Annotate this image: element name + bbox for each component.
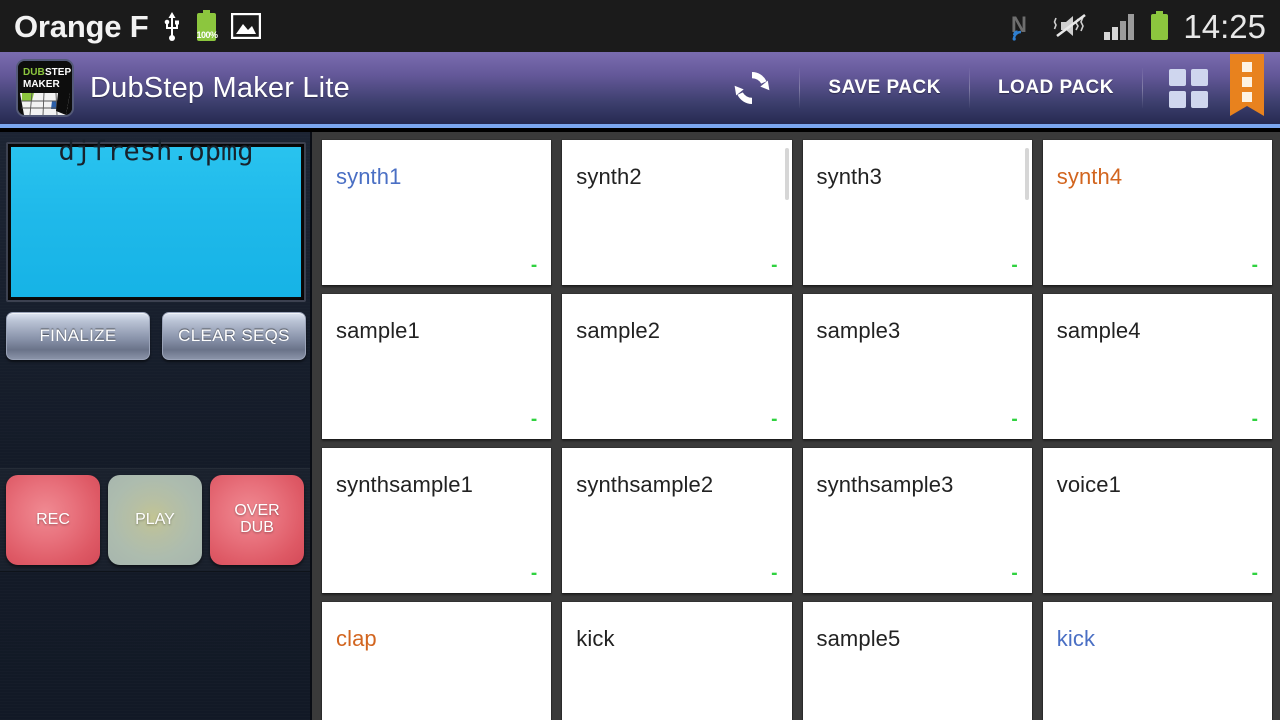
sound-cell[interactable]: synth3 - bbox=[803, 140, 1032, 285]
sound-cell[interactable]: clap- bbox=[322, 602, 551, 720]
sound-cell-label: synth2 bbox=[576, 164, 641, 190]
sound-cell-status-dash: - bbox=[531, 568, 537, 579]
app-bar-actions: SAVE PACK LOAD PACK bbox=[709, 52, 1280, 124]
gallery-image-icon bbox=[231, 13, 261, 39]
overdub-button-label-line2: DUB bbox=[240, 520, 274, 537]
sound-cell-status-dash: - bbox=[771, 414, 777, 425]
sound-cell[interactable]: synthsample1 - bbox=[322, 448, 551, 593]
transport-controls: REC PLAY OVER DUB bbox=[0, 468, 312, 572]
rec-button[interactable]: REC bbox=[6, 475, 100, 565]
status-bar-clock: 14:25 bbox=[1183, 10, 1266, 43]
sound-cell[interactable]: sample2 - bbox=[562, 294, 791, 439]
sound-cell[interactable]: kick- bbox=[1043, 602, 1272, 720]
app-title: DubStep Maker Lite bbox=[90, 72, 350, 105]
sound-cell-label: synthsample2 bbox=[576, 472, 713, 498]
android-status-bar: Orange F 100% bbox=[0, 0, 1280, 52]
sound-cell-label: sample1 bbox=[336, 318, 420, 344]
sound-cell-status-dash: - bbox=[1011, 260, 1017, 271]
play-button[interactable]: PLAY bbox=[108, 475, 202, 565]
sound-cell[interactable]: sample5- bbox=[803, 602, 1032, 720]
sound-cell-label: synthsample3 bbox=[817, 472, 954, 498]
battery-icon bbox=[1149, 11, 1170, 41]
overdub-button-label-line1: OVER bbox=[234, 503, 279, 520]
finalize-button[interactable]: FINALIZE bbox=[6, 312, 150, 360]
sound-cell-label: sample2 bbox=[576, 318, 660, 344]
sound-cell[interactable]: kick- bbox=[562, 602, 791, 720]
sound-cell[interactable]: sample1 - bbox=[322, 294, 551, 439]
sound-cell-label: voice1 bbox=[1057, 472, 1121, 498]
app-logo-icon: DUB STEP MAKER bbox=[16, 59, 74, 117]
sound-cell-status-dash: - bbox=[1011, 414, 1017, 425]
clear-seqs-button[interactable]: CLEAR SEQS bbox=[162, 312, 306, 360]
sound-cell-status-dash: - bbox=[531, 414, 537, 425]
sound-cell-label: sample3 bbox=[817, 318, 901, 344]
sound-cell[interactable]: synth2 - bbox=[562, 140, 791, 285]
sound-cell-status-dash: - bbox=[1252, 568, 1258, 579]
overflow-menu-button[interactable] bbox=[1230, 54, 1264, 122]
main-content: djfresh.opmg FINALIZE CLEAR SEQS REC PLA… bbox=[0, 132, 1280, 720]
usb-icon bbox=[162, 11, 182, 41]
sound-cell[interactable]: synth1 - bbox=[322, 140, 551, 285]
status-bar-left: Orange F 100% bbox=[14, 10, 261, 42]
sound-cell-label: synth3 bbox=[817, 164, 882, 190]
sound-cell[interactable]: sample4 - bbox=[1043, 294, 1272, 439]
overdub-button[interactable]: OVER DUB bbox=[210, 475, 304, 565]
scroll-indicator bbox=[1025, 148, 1029, 200]
lcd-display-frame: djfresh.opmg bbox=[6, 142, 306, 302]
divider bbox=[1142, 68, 1143, 108]
sound-grid: synth1-synth2-synth3-synth4-sample1-samp… bbox=[322, 140, 1272, 720]
sound-cell-status-dash: - bbox=[531, 260, 537, 271]
sound-cell-label: synth1 bbox=[336, 164, 401, 190]
left-panel-buttons: FINALIZE CLEAR SEQS bbox=[6, 312, 306, 360]
sound-cell-label: synth4 bbox=[1057, 164, 1122, 190]
sound-grid-panel[interactable]: synth1-synth2-synth3-synth4-sample1-samp… bbox=[312, 132, 1280, 720]
sound-cell[interactable]: sample3 - bbox=[803, 294, 1032, 439]
sound-cell-status-dash: - bbox=[1011, 568, 1017, 579]
grid-view-button[interactable] bbox=[1147, 52, 1230, 124]
play-button-label: PLAY bbox=[135, 512, 175, 529]
sound-cell-status-dash: - bbox=[771, 260, 777, 271]
device-screen: Orange F 100% bbox=[0, 0, 1280, 720]
left-control-panel: djfresh.opmg FINALIZE CLEAR SEQS REC PLA… bbox=[0, 132, 312, 720]
app-header-bar: DUB STEP MAKER DubS bbox=[0, 52, 1280, 128]
sound-cell-label: kick bbox=[1057, 626, 1095, 652]
save-pack-button[interactable]: SAVE PACK bbox=[804, 52, 965, 124]
rec-button-label: REC bbox=[36, 512, 70, 529]
sound-cell-label: kick bbox=[576, 626, 614, 652]
status-bar-right: N bbox=[1010, 10, 1266, 43]
carrier-name: Orange F bbox=[14, 11, 148, 42]
lcd-display-screen[interactable]: djfresh.opmg bbox=[11, 147, 301, 297]
svg-text:MAKER: MAKER bbox=[23, 79, 60, 90]
sound-muted-vibrate-icon bbox=[1053, 12, 1091, 40]
svg-text:STEP: STEP bbox=[45, 67, 71, 78]
battery-percent-label: 100% bbox=[196, 30, 217, 40]
sound-cell-label: sample5 bbox=[817, 626, 901, 652]
divider bbox=[969, 68, 970, 108]
sound-cell-label: sample4 bbox=[1057, 318, 1141, 344]
pack-name-label: djfresh.opmg bbox=[11, 136, 301, 167]
sound-cell[interactable]: synthsample2 - bbox=[562, 448, 791, 593]
signal-bars-icon bbox=[1104, 12, 1136, 40]
battery-charging-icon: 100% bbox=[196, 10, 217, 42]
sound-cell[interactable]: voice1 - bbox=[1043, 448, 1272, 593]
load-pack-button[interactable]: LOAD PACK bbox=[974, 52, 1138, 124]
scroll-indicator bbox=[785, 148, 789, 200]
svg-text:DUB: DUB bbox=[23, 67, 45, 78]
sound-cell[interactable]: synth4 - bbox=[1043, 140, 1272, 285]
sound-cell-status-dash: - bbox=[771, 568, 777, 579]
refresh-icon bbox=[731, 67, 773, 109]
grid-view-icon bbox=[1169, 69, 1208, 108]
sound-cell-status-dash: - bbox=[1252, 414, 1258, 425]
sound-cell-label: clap bbox=[336, 626, 377, 652]
nfc-icon: N bbox=[1010, 11, 1040, 41]
refresh-button[interactable] bbox=[709, 52, 795, 124]
sound-cell[interactable]: synthsample3 - bbox=[803, 448, 1032, 593]
sound-cell-label: synthsample1 bbox=[336, 472, 473, 498]
divider bbox=[799, 68, 800, 108]
sound-cell-status-dash: - bbox=[1252, 260, 1258, 271]
overflow-menu-icon bbox=[1230, 54, 1264, 122]
